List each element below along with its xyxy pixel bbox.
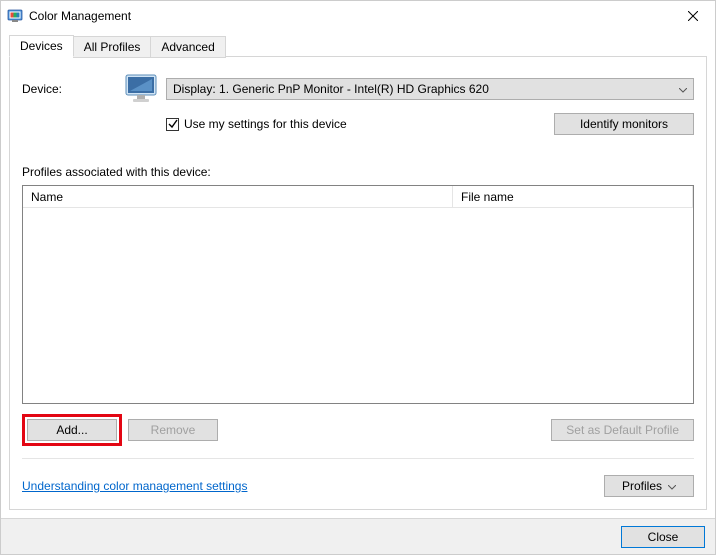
monitor-icon (122, 71, 162, 107)
tab-devices[interactable]: Devices (9, 35, 74, 57)
remove-button[interactable]: Remove (128, 419, 218, 441)
column-header-file[interactable]: File name (453, 186, 693, 207)
list-body (23, 208, 693, 403)
profile-buttons-row: Add... Remove Set as Default Profile (22, 414, 694, 446)
device-select[interactable]: Display: 1. Generic PnP Monitor - Intel(… (166, 78, 694, 100)
profiles-section-label: Profiles associated with this device: (22, 165, 694, 179)
device-label: Device: (22, 82, 122, 96)
titlebar: Color Management (1, 1, 715, 31)
close-icon (688, 11, 698, 21)
link-row: Understanding color management settings … (22, 475, 694, 497)
add-button-highlight: Add... (22, 414, 122, 446)
use-settings-checkbox[interactable] (166, 118, 179, 131)
chevron-down-icon (668, 479, 676, 493)
close-window-button[interactable] (671, 1, 715, 31)
content-area: Devices All Profiles Advanced Device: (1, 31, 715, 518)
dialog-footer: Close (1, 518, 715, 554)
understanding-link[interactable]: Understanding color management settings (22, 479, 247, 493)
column-header-name[interactable]: Name (23, 186, 453, 207)
tab-all-profiles[interactable]: All Profiles (73, 36, 152, 58)
tab-panel-devices: Device: Display: 1. Generic PnP Monitor … (9, 56, 707, 510)
tab-strip: Devices All Profiles Advanced (9, 35, 707, 57)
tab-advanced[interactable]: Advanced (150, 36, 225, 58)
close-button[interactable]: Close (621, 526, 705, 548)
separator (22, 458, 694, 459)
window-title: Color Management (29, 9, 671, 23)
app-icon (7, 8, 23, 24)
device-row: Device: Display: 1. Generic PnP Monitor … (22, 71, 694, 107)
profiles-list[interactable]: Name File name (22, 185, 694, 404)
profiles-button[interactable]: Profiles (604, 475, 694, 497)
options-row: Use my settings for this device Identify… (166, 113, 694, 135)
checkmark-icon (168, 119, 178, 129)
identify-monitors-button[interactable]: Identify monitors (554, 113, 694, 135)
add-button[interactable]: Add... (27, 419, 117, 441)
chevron-down-icon (679, 82, 687, 96)
profiles-button-label: Profiles (622, 479, 662, 493)
color-management-window: Color Management Devices All Profiles Ad… (0, 0, 716, 555)
device-selected-text: Display: 1. Generic PnP Monitor - Intel(… (173, 82, 489, 96)
set-default-profile-button[interactable]: Set as Default Profile (551, 419, 694, 441)
use-settings-label: Use my settings for this device (184, 117, 347, 131)
list-header: Name File name (23, 186, 693, 208)
